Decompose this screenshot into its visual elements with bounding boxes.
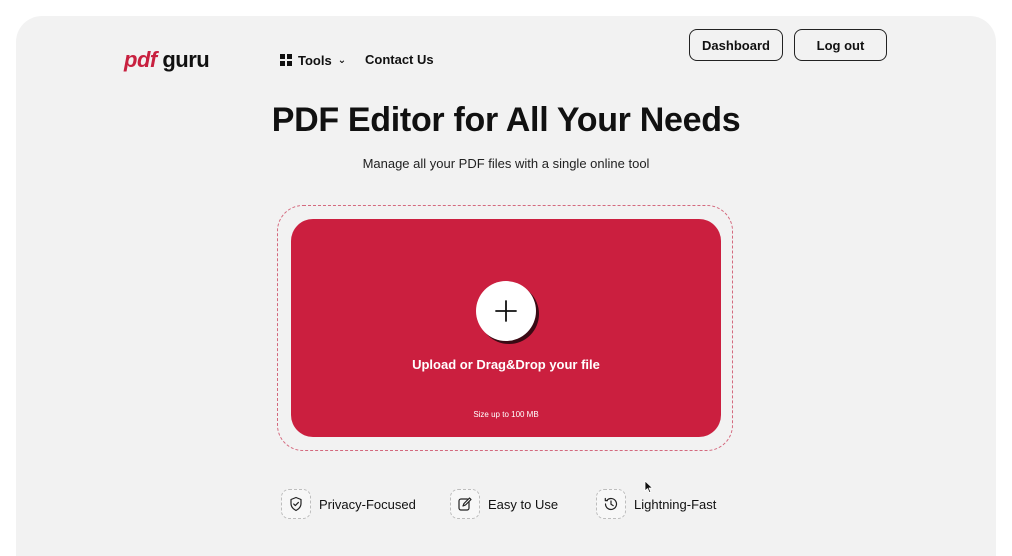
nav-contact-link[interactable]: Contact Us xyxy=(365,44,434,76)
size-limit-note: Size up to 100 MB xyxy=(473,410,539,419)
feature-label: Easy to Use xyxy=(488,496,559,512)
feature-label: Lightning-Fast xyxy=(634,496,717,512)
page-subtitle: Manage all your PDF files with a single … xyxy=(362,156,650,171)
upload-label: Upload or Drag&Drop your file xyxy=(412,357,600,372)
feature-easy: Easy to Use xyxy=(450,488,558,520)
nav-tools-menu[interactable]: Tools ⌄ xyxy=(280,44,346,76)
clock-icon xyxy=(596,489,626,519)
upload-drop-zone[interactable]: Upload or Drag&Drop your file Size up to… xyxy=(291,219,721,437)
chevron-down-icon: ⌄ xyxy=(337,54,347,66)
grid-icon xyxy=(280,54,292,66)
edit-icon xyxy=(450,489,480,519)
dashboard-button[interactable]: Dashboard xyxy=(689,29,783,61)
page-frame: pdf guru Tools ⌄ Contact Us Dashboard Lo… xyxy=(16,16,996,556)
plus-icon[interactable] xyxy=(476,281,536,341)
logo-guru-text: guru xyxy=(162,47,210,72)
feature-label: Privacy-Focused xyxy=(319,496,416,512)
pdfguru-logo[interactable]: pdf guru xyxy=(124,44,210,76)
page-title: PDF Editor for All Your Needs xyxy=(271,101,741,139)
nav-tools-label: Tools xyxy=(298,52,332,68)
feature-fast: Lightning-Fast xyxy=(596,488,716,520)
feature-privacy: Privacy-Focused xyxy=(281,488,416,520)
logo-pdf-text: pdf xyxy=(124,47,157,72)
logout-button[interactable]: Log out xyxy=(794,29,887,61)
shield-check-icon xyxy=(281,489,311,519)
